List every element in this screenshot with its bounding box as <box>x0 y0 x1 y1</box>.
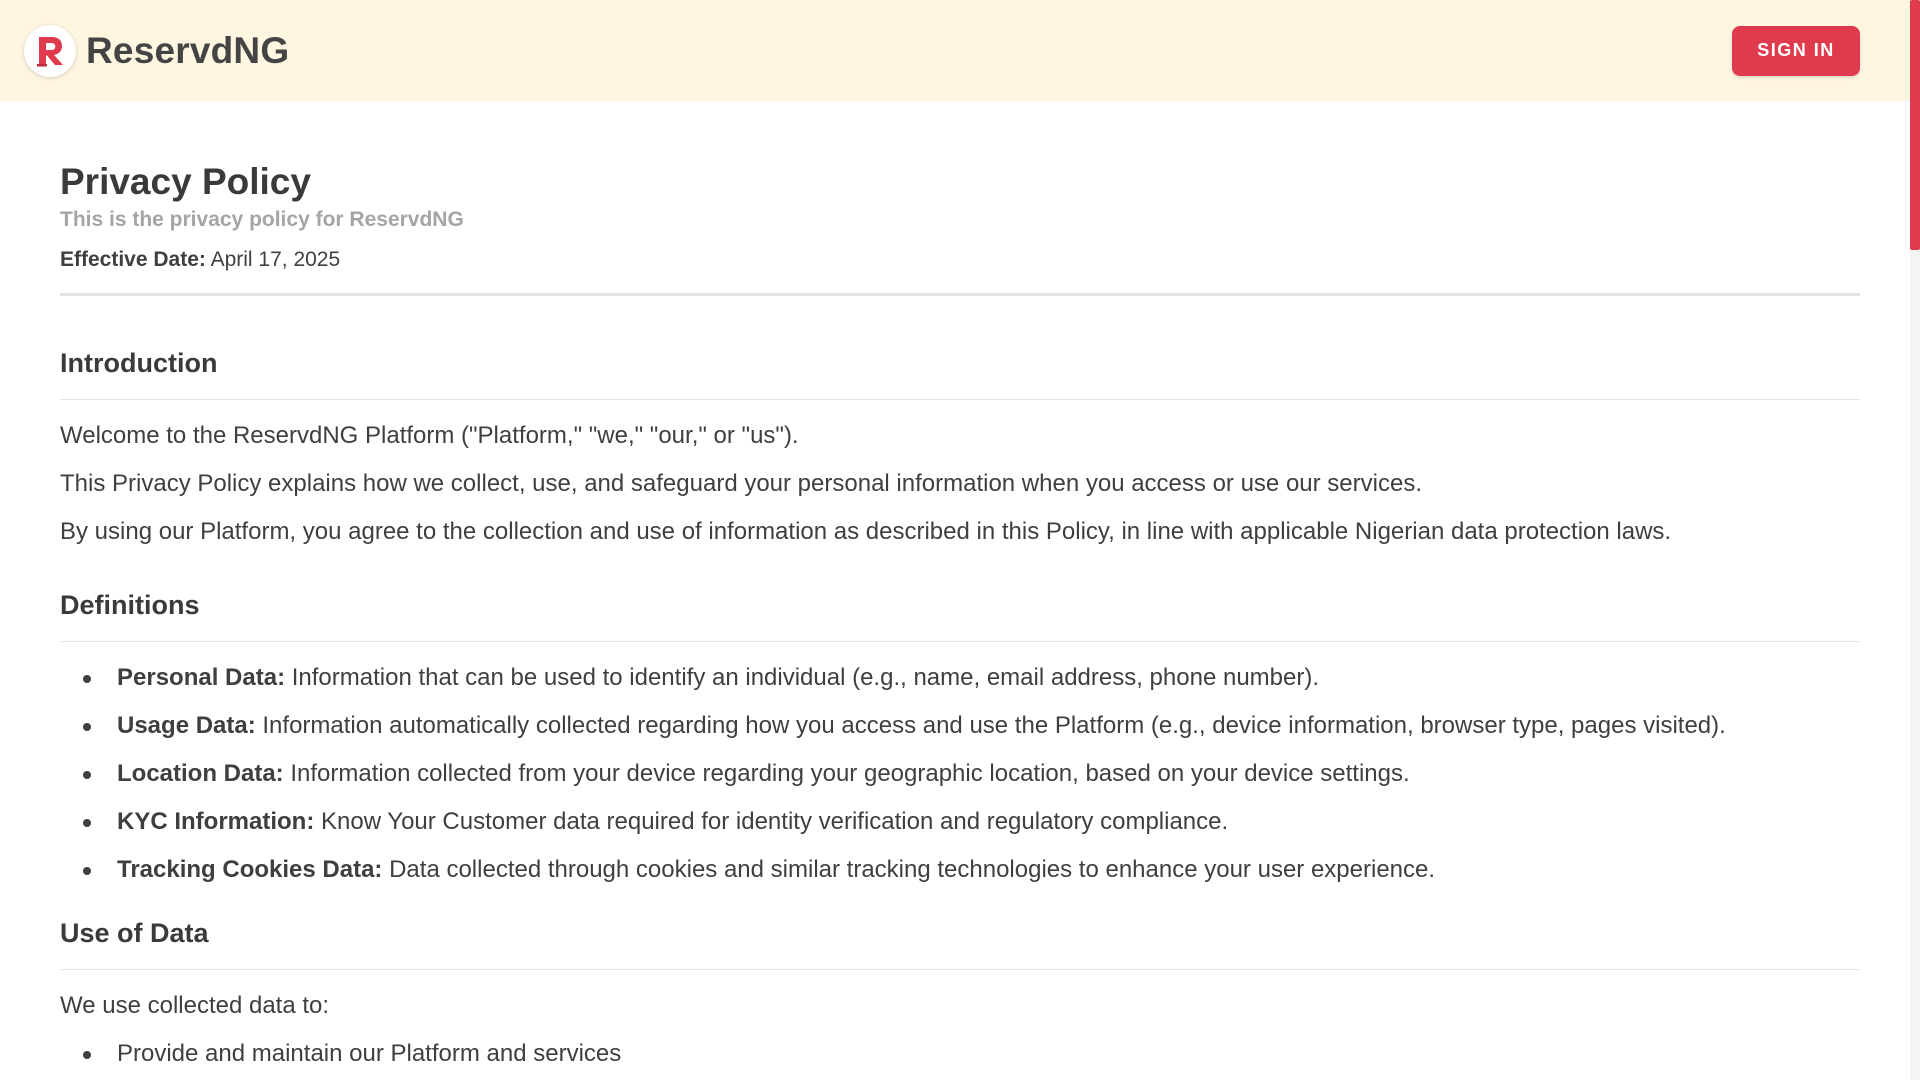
brand[interactable]: ReservdNG <box>24 24 290 77</box>
page-title: Privacy Policy <box>60 161 311 202</box>
bullet-icon <box>83 867 91 875</box>
bullet-icon <box>83 819 91 827</box>
definition-text: Information collected from your device r… <box>290 760 1410 787</box>
bullet-icon <box>83 771 91 779</box>
definitions-list: Personal Data: Information that can be u… <box>60 662 1860 886</box>
definition-term: Location Data: <box>117 760 284 787</box>
definition-item: Personal Data: Information that can be u… <box>60 662 1860 694</box>
use-of-data-item: Provide and maintain our Platform and se… <box>60 1038 1860 1070</box>
sign-in-button[interactable]: SIGN IN <box>1732 25 1860 76</box>
policy-content: Privacy Policy This is the privacy polic… <box>60 101 1860 1080</box>
use-of-data-body: We use collected data to: Provide and ma… <box>60 990 1860 1070</box>
logo-r-glyph-icon <box>37 36 63 66</box>
definition-text: Information that can be used to identify… <box>291 664 1319 691</box>
definition-term: Usage Data: <box>117 712 256 739</box>
effective-date-label: Effective Date: <box>60 248 206 271</box>
definition-item: Usage Data: Information automatically co… <box>60 710 1860 742</box>
definition-term: Tracking Cookies Data: <box>117 856 383 883</box>
definition-term: KYC Information: <box>117 808 315 835</box>
use-of-data-intro: We use collected data to: <box>60 992 330 1019</box>
definition-text: Data collected through cookies and simil… <box>389 856 1436 883</box>
use-of-data-divider <box>60 969 1860 970</box>
use-of-data-list: Provide and maintain our Platform and se… <box>60 1038 1860 1070</box>
intro-paragraph: Welcome to the ReservdNG Platform ("Plat… <box>60 422 799 449</box>
definitions-heading: Definitions <box>60 590 200 620</box>
privacy-policy-page: ReservdNG SIGN IN Privacy Policy This is… <box>0 0 1920 1080</box>
effective-date: Effective Date: April 17, 2025 <box>60 246 1860 274</box>
title-divider <box>60 293 1860 296</box>
definition-item: Tracking Cookies Data: Data collected th… <box>60 854 1860 886</box>
effective-date-value: April 17, 2025 <box>210 248 341 271</box>
bullet-icon <box>83 675 91 683</box>
introduction-heading: Introduction <box>60 348 218 378</box>
definitions-divider <box>60 641 1860 642</box>
page-subtitle: This is the privacy policy for ReservdNG <box>60 208 464 231</box>
introduction-divider <box>60 399 1860 400</box>
bullet-icon <box>83 1051 91 1059</box>
page-scrollbar[interactable] <box>1910 0 1920 1080</box>
top-header: ReservdNG SIGN IN <box>0 0 1920 101</box>
definition-item: Location Data: Information collected fro… <box>60 758 1860 790</box>
brand-name: ReservdNG <box>86 29 290 71</box>
definition-item: KYC Information: Know Your Customer data… <box>60 806 1860 838</box>
intro-paragraph: By using our Platform, you agree to the … <box>60 518 1672 545</box>
reservdng-logo-icon <box>24 24 76 77</box>
scrollbar-thumb[interactable] <box>1910 0 1920 250</box>
introduction-body: Welcome to the ReservdNG Platform ("Plat… <box>60 420 1860 548</box>
bullet-icon <box>83 723 91 731</box>
definition-term: Personal Data: <box>117 664 286 691</box>
use-of-data-heading: Use of Data <box>60 918 209 948</box>
use-of-data-text: Provide and maintain our Platform and se… <box>117 1040 622 1067</box>
definition-text: Know Your Customer data required for ide… <box>321 808 1229 835</box>
intro-paragraph: This Privacy Policy explains how we coll… <box>60 470 1422 497</box>
definition-text: Information automatically collected rega… <box>262 712 1726 739</box>
